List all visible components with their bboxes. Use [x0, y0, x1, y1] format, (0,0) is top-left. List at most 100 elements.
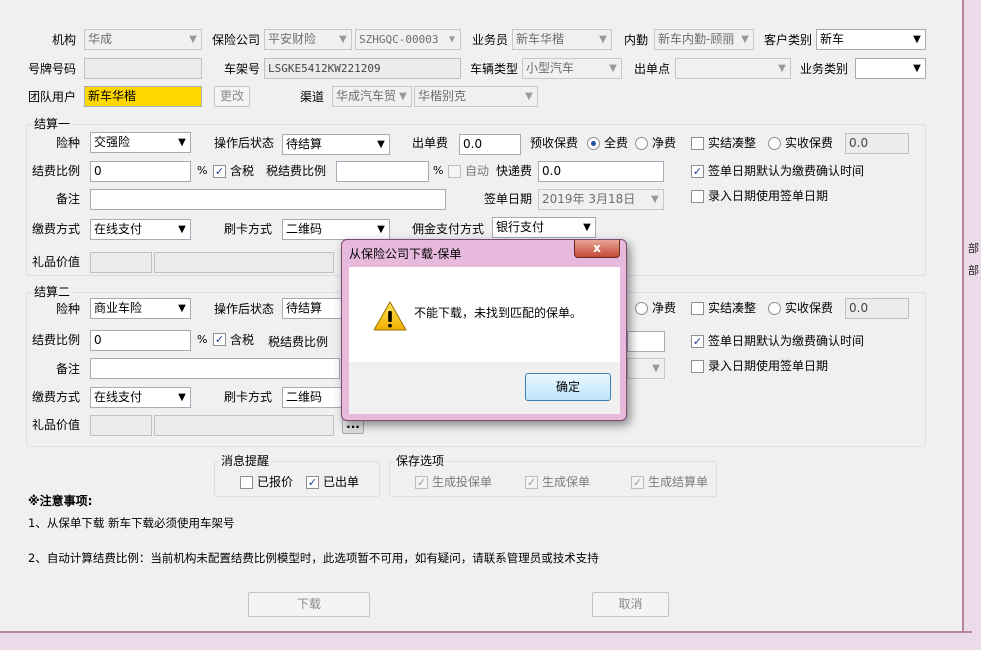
- net-fee-radio[interactable]: [635, 137, 648, 150]
- chevron-down-icon: ▼: [178, 224, 186, 235]
- sign-date-confirm-checkbox[interactable]: ✓: [691, 165, 704, 178]
- sign-date-confirm-checkbox[interactable]: ✓: [691, 335, 704, 348]
- post-status-label: 操作后状态: [213, 302, 274, 316]
- vehicle-type-label: 车辆类型: [469, 62, 518, 76]
- gift-label: 礼品价值: [31, 418, 80, 432]
- pay-method-select[interactable]: 在线支付 ▼: [90, 219, 191, 240]
- percent-sign: %: [433, 164, 444, 177]
- entry-date-checkbox[interactable]: [691, 190, 704, 203]
- gen-settlement-label: 生成结算单: [648, 475, 709, 489]
- auto-label: 自动: [465, 164, 490, 178]
- issued-checkbox[interactable]: ✓: [306, 476, 319, 489]
- net-fee-label: 净费: [652, 136, 677, 150]
- actual-round-checkbox[interactable]: [691, 302, 704, 315]
- gen-policy-label: 生成保单: [542, 475, 591, 489]
- tax-checkbox[interactable]: ✓: [213, 165, 226, 178]
- insurer-select[interactable]: 平安财险 ▼: [264, 29, 352, 50]
- internal-select[interactable]: 新车内勤-顾丽 ▼: [654, 29, 754, 50]
- dialog-title: 从保险公司下载-保单: [349, 247, 462, 261]
- gen-policy-checkbox[interactable]: ✓: [525, 476, 538, 489]
- channel-sub-select[interactable]: 华楷别克 ▼: [414, 86, 538, 107]
- vehicle-type-select[interactable]: 小型汽车 ▼: [522, 58, 622, 79]
- rate-input[interactable]: 0: [90, 330, 191, 351]
- gift-desc-input[interactable]: [154, 252, 334, 273]
- card-method-select[interactable]: 二维码 ▼: [282, 219, 390, 240]
- dialog-message: 不能下载，未找到匹配的保单。: [414, 306, 583, 320]
- auto-checkbox[interactable]: [448, 165, 461, 178]
- rate-input[interactable]: 0: [90, 161, 191, 182]
- insurer-code-select[interactable]: SZHGQC-00003 ▼: [355, 29, 461, 50]
- tax-checkbox[interactable]: ✓: [213, 333, 226, 346]
- chevron-down-icon: ▼: [583, 222, 591, 233]
- reported-checkbox[interactable]: [240, 476, 253, 489]
- org-select[interactable]: 华成 ▼: [84, 29, 202, 50]
- pay-method-select[interactable]: 在线支付 ▼: [90, 387, 191, 408]
- close-icon[interactable]: x: [574, 240, 620, 258]
- tax-label: 含税: [230, 164, 255, 178]
- download-button[interactable]: 下载: [248, 592, 370, 617]
- calendar-dropdown-icon: ▼: [652, 363, 660, 374]
- team-label: 团队用户: [27, 90, 76, 104]
- rate-label: 结费比例: [31, 333, 80, 347]
- channel-select[interactable]: 华成汽车贸 ▼: [332, 86, 412, 107]
- actual-premium-radio[interactable]: [768, 302, 781, 315]
- cancel-button[interactable]: 取消: [592, 592, 669, 617]
- card-method-label: 刷卡方式: [223, 390, 272, 404]
- gen-settlement-checkbox[interactable]: ✓: [631, 476, 644, 489]
- plate-input[interactable]: [84, 58, 202, 79]
- card-method-label: 刷卡方式: [223, 222, 272, 236]
- chevron-down-icon: ▼: [609, 63, 617, 74]
- error-dialog: 从保险公司下载-保单 x 不能下载，未找到匹配的保单。 确定: [341, 239, 627, 421]
- actual-premium-input[interactable]: 0.0: [845, 298, 909, 319]
- express-fee-input[interactable]: 0.0: [538, 161, 664, 182]
- customer-type-value: 新车: [820, 32, 845, 46]
- dialog-footer: 确定: [349, 362, 620, 414]
- chevron-down-icon: ▼: [339, 34, 347, 45]
- salesman-label: 业务员: [471, 33, 508, 47]
- ok-button[interactable]: 确定: [525, 373, 611, 401]
- issue-point-select[interactable]: ▼: [675, 58, 791, 79]
- express-fee-input[interactable]: [627, 331, 665, 352]
- ins-type-select[interactable]: 商业车险 ▼: [90, 298, 191, 319]
- change-button[interactable]: 更改: [214, 86, 250, 107]
- entry-date-checkbox[interactable]: [691, 360, 704, 373]
- pay-method-label: 缴费方式: [31, 390, 80, 404]
- remark-input[interactable]: [90, 358, 340, 379]
- percent-sign: %: [197, 333, 208, 346]
- full-fee-radio[interactable]: [587, 137, 600, 150]
- vin-input[interactable]: LSGKE5412KW221209: [264, 58, 461, 79]
- ins-type-label: 险种: [55, 136, 80, 150]
- sign-date-picker[interactable]: ▼: [627, 358, 665, 379]
- pay-method-value: 在线支付: [94, 390, 143, 404]
- ins-type-label: 险种: [55, 302, 80, 316]
- card-method-select[interactable]: 二维码: [282, 387, 342, 408]
- chevron-down-icon: ▼: [913, 34, 921, 45]
- pay-method-value: 在线支付: [94, 222, 143, 236]
- actual-premium-input[interactable]: 0.0: [845, 133, 909, 154]
- gift-value-input[interactable]: [90, 415, 152, 436]
- team-user-input[interactable]: 新车华楷: [84, 86, 202, 107]
- post-status-select[interactable]: 待结算 ▼: [282, 134, 390, 155]
- settlement-two-title: 结算二: [32, 285, 73, 299]
- actual-round-checkbox[interactable]: [691, 137, 704, 150]
- actual-premium-radio[interactable]: [768, 137, 781, 150]
- issued-label: 已出单: [323, 475, 360, 489]
- net-fee-radio[interactable]: [635, 302, 648, 315]
- gift-desc-input[interactable]: [154, 415, 334, 436]
- channel-value: 华成汽车贸: [336, 89, 397, 103]
- salesman-select[interactable]: 新车华楷 ▼: [512, 29, 612, 50]
- biz-type-select[interactable]: ▼: [855, 58, 926, 79]
- issue-fee-input[interactable]: 0.0: [459, 134, 521, 155]
- sign-date-picker[interactable]: 2019年 3月18日 ▼: [538, 189, 664, 210]
- gift-value-input[interactable]: [90, 252, 152, 273]
- ins-type-select[interactable]: 交强险 ▼: [90, 132, 191, 153]
- remark-input[interactable]: [90, 189, 446, 210]
- customer-type-select[interactable]: 新车 ▼: [816, 29, 926, 50]
- post-status-select[interactable]: 待结算: [282, 298, 342, 319]
- commission-select[interactable]: 银行支付 ▼: [492, 217, 596, 238]
- entry-date-label: 录入日期使用签单日期: [708, 359, 829, 373]
- insurer-label: 保险公司: [211, 33, 260, 47]
- tax-rate-input[interactable]: [336, 161, 429, 182]
- chevron-down-icon: ▼: [913, 63, 921, 74]
- gen-proposal-checkbox[interactable]: ✓: [415, 476, 428, 489]
